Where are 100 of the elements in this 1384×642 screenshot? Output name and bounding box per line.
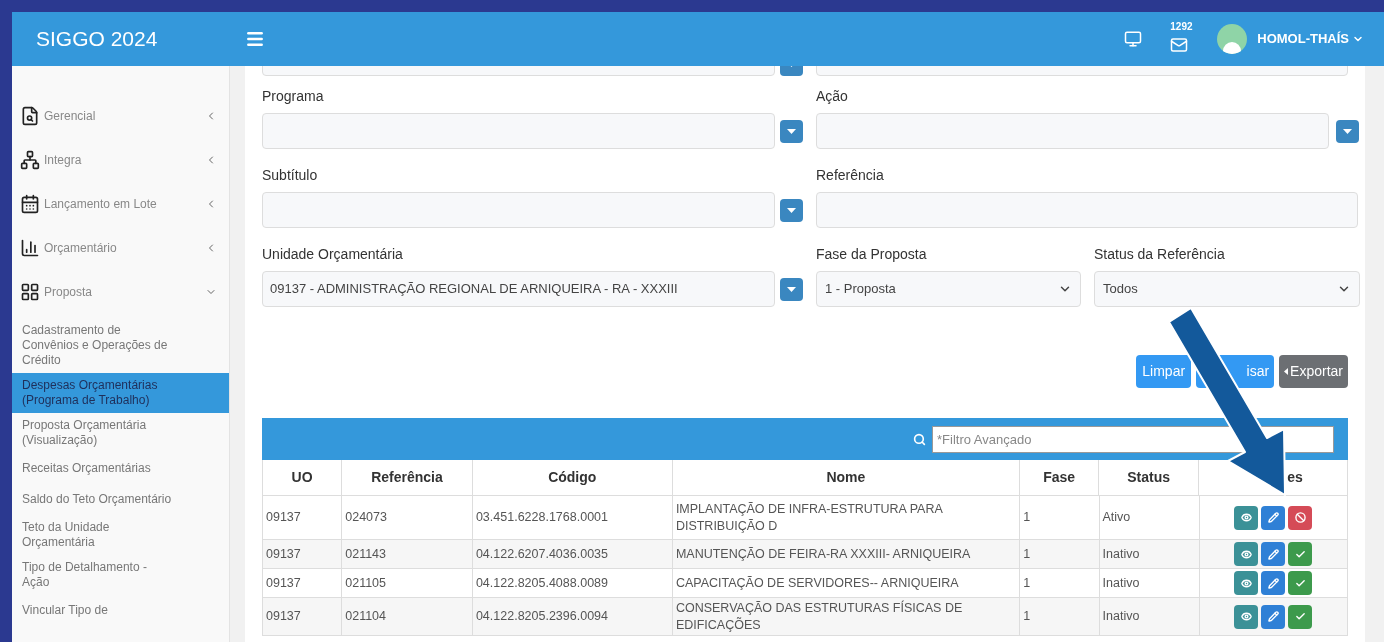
sidebar-item[interactable]: Proposta Orçamentária (Visualização) <box>12 413 229 453</box>
table-cell: 09137 <box>263 569 343 597</box>
activate-button[interactable] <box>1288 604 1313 629</box>
select-field[interactable] <box>816 192 1358 228</box>
select-field[interactable]: 1 - Proposta <box>816 271 1081 307</box>
sidebar-item[interactable]: Despesas Orçamentárias (Programa de Trabalho) <box>12 373 229 413</box>
pencil-icon <box>1267 577 1279 589</box>
clear-button[interactable]: Limpar <box>1136 355 1192 388</box>
view-button[interactable] <box>1234 571 1259 595</box>
message-count: 1292 <box>1170 22 1193 32</box>
avatar-icon <box>1217 24 1248 54</box>
pencil-icon <box>1267 611 1279 622</box>
field-label: Referência <box>816 166 885 185</box>
table-cell: 1 <box>1020 496 1100 539</box>
caret-down-icon <box>787 207 796 213</box>
select-value: 1 - Proposta <box>825 280 896 299</box>
view-button[interactable] <box>1234 604 1259 629</box>
edit-button[interactable] <box>1261 505 1286 530</box>
dropdown-button[interactable] <box>780 198 803 222</box>
table-cell: IMPLANTAÇÃO DE INFRA-ESTRUTURA PARA DISTRIBUIÇÃO D <box>672 496 1021 539</box>
pencil-icon <box>1267 548 1279 560</box>
check-icon <box>1294 548 1306 560</box>
column-header: Referência <box>342 460 473 495</box>
table-cell: 04.122.8205.4088.0089 <box>472 569 673 597</box>
sidebar-item[interactable]: Tipo de Detalhamento - Ação <box>12 555 229 595</box>
sidebar-group[interactable]: Integra <box>12 138 229 182</box>
app-title: SIGGO 2024 <box>35 26 159 53</box>
sidebar-item[interactable]: Teto da Unidade Orçamentária <box>12 515 229 555</box>
edit-button[interactable] <box>1261 604 1286 629</box>
dropdown-button[interactable] <box>780 119 803 143</box>
eye-icon <box>1240 548 1252 560</box>
view-button[interactable] <box>1234 542 1259 566</box>
ban-icon <box>1294 512 1306 523</box>
sidebar-group[interactable]: Gerencial <box>12 94 229 138</box>
field-label: Ação <box>816 87 849 106</box>
view-button[interactable] <box>1234 505 1259 530</box>
table-cell: 09137 <box>263 540 343 568</box>
edit-button[interactable] <box>1261 542 1286 566</box>
table-cell: 1 <box>1020 569 1100 597</box>
grid-icon <box>20 282 40 302</box>
sidebar-group[interactable]: Lançamento em Lote <box>12 182 229 226</box>
select-field[interactable]: Todos <box>1094 271 1360 307</box>
table-cell: MANUTENÇÃO DE FEIRA-RA XXXIII- ARNIQUEIRA <box>672 540 1021 568</box>
column-header: Nome <box>672 460 1020 495</box>
dropdown-button[interactable] <box>1336 119 1359 143</box>
select-field[interactable] <box>262 192 775 228</box>
sidebar-item[interactable]: Vincular Tipo de <box>12 595 229 626</box>
table-cell: 021143 <box>342 540 473 568</box>
dropdown-button[interactable] <box>780 277 803 301</box>
sidebar-group[interactable]: Orçamentário <box>12 226 229 270</box>
sidebar-item[interactable]: Receitas Orçamentárias <box>12 453 229 484</box>
table-cell: 04.122.6207.4036.0035 <box>472 540 673 568</box>
export-button[interactable]: Exportar <box>1279 355 1348 388</box>
field-label: Subtítulo <box>262 166 319 185</box>
deactivate-button[interactable] <box>1288 505 1313 530</box>
table-cell: Inativo <box>1099 569 1200 597</box>
table-cell: 09137 <box>263 496 343 539</box>
field-label: Status da Referência <box>1094 245 1226 264</box>
table-cell: Inativo <box>1099 598 1200 635</box>
monitor-icon[interactable] <box>1124 30 1143 48</box>
group-label: Proposta <box>44 284 94 301</box>
table-cell: 021104 <box>342 598 473 635</box>
select-value: Todos <box>1103 280 1138 299</box>
calendar-icon <box>20 194 40 214</box>
search-icon <box>913 432 926 446</box>
table-cell: Ativo <box>1099 496 1200 539</box>
group-label: Orçamentário <box>44 240 118 257</box>
user-menu[interactable]: HOMOL-THAÍS <box>1257 29 1364 49</box>
select-field[interactable] <box>262 113 775 149</box>
activate-button[interactable] <box>1288 571 1313 595</box>
activate-button[interactable] <box>1288 542 1313 566</box>
select-field[interactable]: 09137 - ADMINISTRAÇÃO REGIONAL DE ARNIQUEIRA - RA - XXXIII <box>262 271 775 307</box>
column-header: Fase <box>1020 460 1100 495</box>
table-cell: 03.451.6228.1768.0001 <box>472 496 673 539</box>
sidebar-group[interactable]: Proposta <box>12 270 229 314</box>
caret-down-icon <box>787 286 796 292</box>
sidebar-item[interactable]: Saldo do Teto Orçamentário <box>12 484 229 515</box>
document-search-icon <box>20 106 40 126</box>
table-cell: CONSERVAÇÃO DAS ESTRUTURAS FÍSICAS DE EDIFICAÇÕES <box>672 598 1021 635</box>
table-cell: CAPACITAÇÃO DE SERVIDORES-- ARNIQUEIRA <box>672 569 1021 597</box>
eye-icon <box>1240 611 1252 622</box>
table-cell: 024073 <box>342 496 473 539</box>
caret-left-icon <box>1284 368 1289 375</box>
eye-icon <box>1240 577 1252 589</box>
sidebar-item[interactable]: Cadastramento de Convênios e Operações de Crédito <box>12 318 229 373</box>
field-label: Programa <box>262 87 325 106</box>
bar-chart-icon <box>20 238 40 258</box>
edit-button[interactable] <box>1261 571 1286 595</box>
caret-down-icon <box>1343 128 1352 134</box>
check-icon <box>1294 611 1306 622</box>
group-label: Lançamento em Lote <box>44 196 158 213</box>
messages-button[interactable]: 1292 <box>1170 24 1193 54</box>
check-icon <box>1294 577 1306 589</box>
table-cell: Inativo <box>1099 540 1200 568</box>
menu-icon[interactable] <box>245 29 265 49</box>
mail-icon <box>1170 36 1189 54</box>
select-field[interactable] <box>816 113 1329 149</box>
pencil-icon <box>1267 512 1279 523</box>
field-label: Fase da Proposta <box>816 245 928 264</box>
eye-icon <box>1240 512 1252 523</box>
